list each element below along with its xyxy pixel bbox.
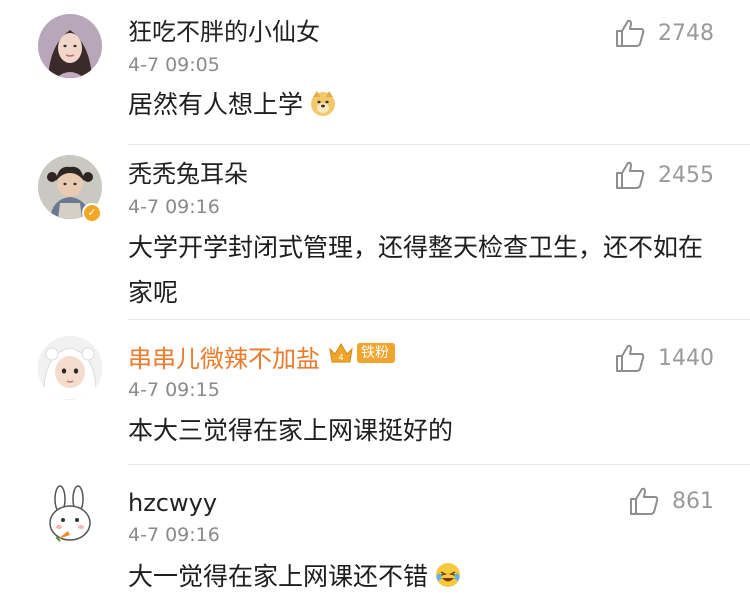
girl-portrait-avatar	[38, 14, 102, 78]
comment-text-content: 大一觉得在家上网课还不错	[128, 562, 429, 591]
laugh-cry-emoji-icon	[436, 563, 461, 587]
doge-emoji-icon	[311, 91, 336, 116]
username[interactable]: hzcwyy	[128, 487, 217, 519]
like-button[interactable]: 1440	[614, 338, 714, 378]
comment-item: ✓ 秃秃兔耳朵 4-7 09:16 大学开学封闭式管理，还得整天检查卫生，还不如…	[0, 145, 750, 320]
thumbs-up-icon	[616, 344, 645, 372]
comment-text: 大一觉得在家上网课还不错	[128, 554, 718, 599]
timestamp: 4-7 09:16	[128, 196, 220, 218]
badge-level: 4	[338, 353, 343, 362]
thumbs-up-icon	[616, 161, 645, 189]
username[interactable]: 秃秃兔耳朵	[128, 158, 248, 190]
like-count: 861	[672, 488, 714, 514]
username[interactable]: 狂吃不胖的小仙女	[128, 16, 320, 48]
avatar[interactable]	[38, 336, 102, 400]
comment-text-content: 居然有人想上学	[128, 90, 304, 119]
comment-text: 本大三觉得在家上网课挺好的	[128, 416, 454, 445]
timestamp: 4-7 09:05	[128, 54, 220, 76]
like-count: 2455	[658, 162, 714, 188]
comment-text: 居然有人想上学	[128, 82, 718, 127]
timestamp: 4-7 09:16	[128, 524, 220, 546]
badge-label: 铁粉	[357, 343, 395, 363]
username[interactable]: 串串儿微辣不加盐 4 铁粉	[128, 342, 395, 375]
baby-portrait-avatar	[38, 336, 102, 400]
comment-item: hzcwyy 4-7 09:16 大一觉得在家上网课还不错 861	[0, 465, 750, 615]
avatar[interactable]	[38, 14, 102, 78]
avatar[interactable]	[38, 483, 102, 547]
crown-icon: 4	[329, 343, 353, 363]
like-count: 1440	[658, 345, 714, 371]
comment-item: 狂吃不胖的小仙女 4-7 09:05 居然有人想上学 2748	[0, 0, 750, 145]
like-button[interactable]: 2748	[614, 13, 714, 53]
rabbit-cartoon-avatar	[38, 483, 102, 547]
like-button[interactable]: 2455	[614, 155, 714, 195]
comment-item: 串串儿微辣不加盐 4 铁粉 4-7 09:15 本大三觉得在家上网课挺好的 14…	[0, 320, 750, 465]
thumbs-up-icon	[630, 487, 659, 515]
thumbs-up-icon	[616, 19, 645, 47]
fan-badge[interactable]: 4 铁粉	[328, 342, 395, 364]
like-count: 2748	[658, 20, 714, 46]
username-text: 串串儿微辣不加盐	[128, 345, 320, 373]
verified-badge-icon: ✓	[82, 203, 102, 223]
comment-text: 大学开学封闭式管理，还得整天检查卫生，还不如在家呢	[128, 233, 704, 307]
timestamp: 4-7 09:15	[128, 379, 220, 401]
like-button[interactable]: 861	[628, 481, 714, 521]
